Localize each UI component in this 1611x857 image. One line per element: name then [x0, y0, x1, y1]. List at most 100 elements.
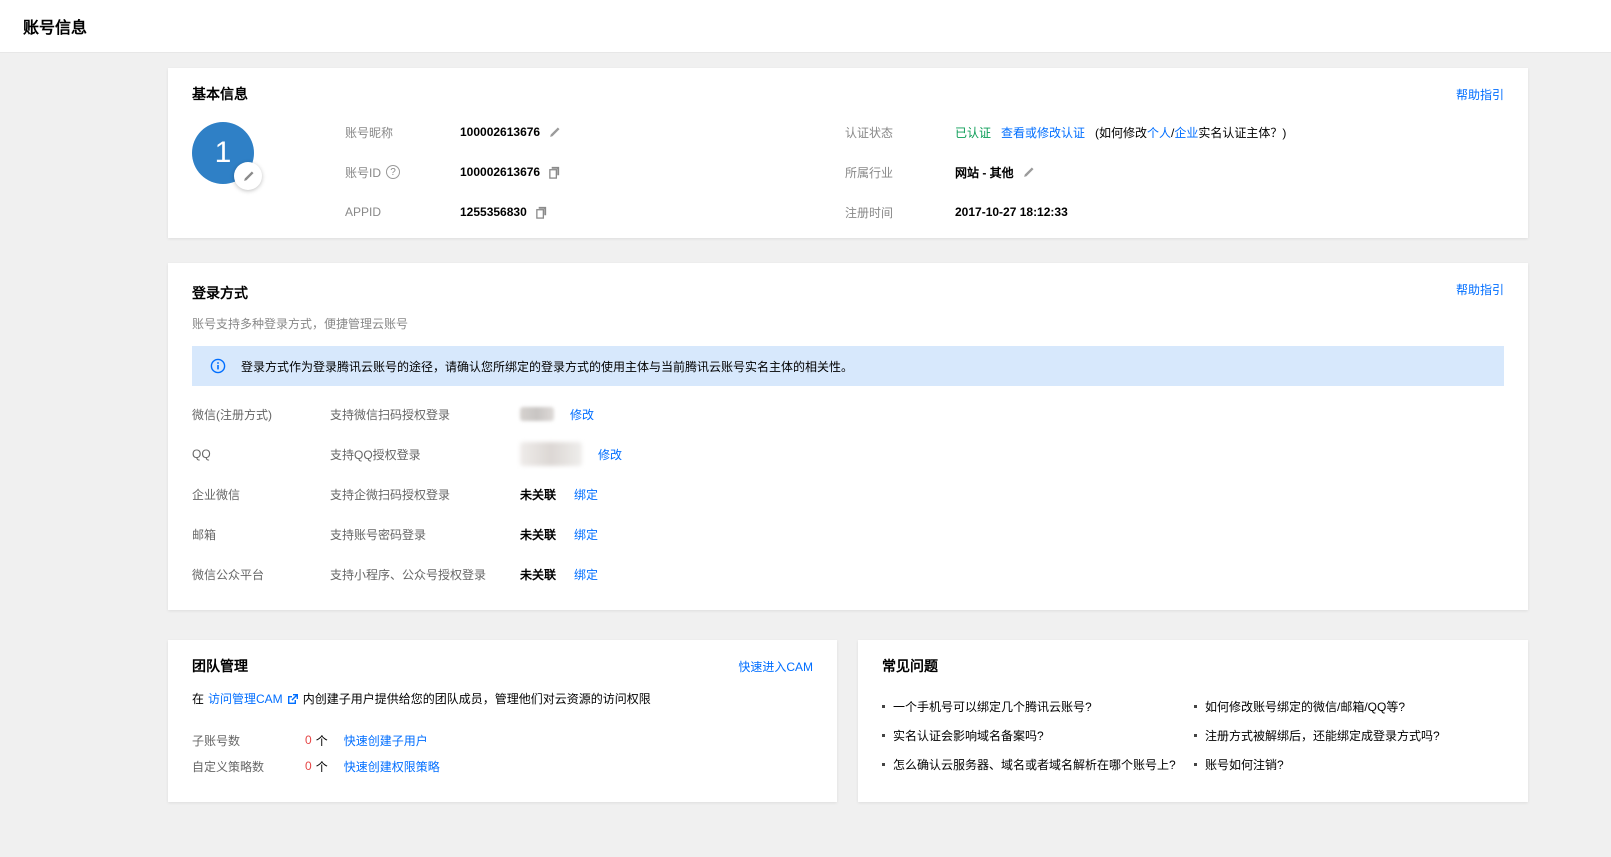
login-method-list: 微信(注册方式) 支持微信扫码授权登录 修改 QQ 支持QQ授权登录 修改 企业…: [192, 394, 1504, 594]
field-row-register-time: 注册时间 2017-10-27 18:12:33: [845, 192, 1504, 232]
bullet-icon: [1194, 763, 1197, 766]
info-banner-text: 登录方式作为登录腾讯云账号的途径，请确认您所绑定的登录方式的使用主体与当前腾讯云…: [241, 358, 853, 375]
faq-item[interactable]: 账号如何注销?: [1194, 750, 1504, 779]
bind-wechat-official-link[interactable]: 绑定: [574, 566, 598, 583]
bullet-icon: [882, 705, 885, 708]
field-row-appid: APPID 1255356830: [345, 192, 845, 232]
bind-status: 未关联: [520, 566, 556, 583]
pencil-icon: [242, 170, 255, 183]
method-desc: 支持小程序、公众号授权登录: [330, 566, 520, 583]
method-desc: 支持账号密码登录: [330, 526, 520, 543]
field-row-auth-status: 认证状态 已认证 查看或修改认证 (如何修改个人/企业实名认证主体？): [845, 112, 1504, 152]
enter-cam-link[interactable]: 快速进入CAM: [738, 658, 813, 675]
account-id-label: 账号ID: [345, 164, 381, 181]
personal-auth-link[interactable]: 个人: [1147, 126, 1171, 140]
method-desc: 支持QQ授权登录: [330, 446, 520, 463]
basic-fields-right: 认证状态 已认证 查看或修改认证 (如何修改个人/企业实名认证主体？) 所属行业…: [845, 112, 1504, 232]
basic-fields-left: 账号昵称 100002613676 账号ID ?: [345, 112, 845, 232]
create-sub-user-link[interactable]: 快速创建子用户: [344, 732, 428, 749]
avatar-edit-button[interactable]: [234, 162, 262, 190]
login-row-qq: QQ 支持QQ授权登录 修改: [192, 434, 1504, 474]
auth-note: (如何修改个人/企业实名认证主体？): [1095, 124, 1286, 141]
avatar: 1: [192, 122, 254, 184]
faq-item[interactable]: 实名认证会影响域名备案吗?: [882, 721, 1194, 750]
nickname-label: 账号昵称: [345, 124, 460, 141]
register-time-label: 注册时间: [845, 204, 955, 221]
login-row-wechat-official: 微信公众平台 支持小程序、公众号授权登录 未关联 绑定: [192, 554, 1504, 594]
bind-status: 未关联: [520, 526, 556, 543]
team-description: 在 访问管理CAM 内创建子用户提供给您的团队成员，管理他们对云资源的访问权限: [192, 690, 813, 707]
edit-industry-button[interactable]: [1022, 166, 1035, 179]
faq-item[interactable]: 怎么确认云服务器、域名或者域名解析在哪个账号上?: [882, 750, 1194, 779]
appid-value: 1255356830: [460, 205, 527, 219]
login-methods-card: 登录方式 帮助指引 账号支持多种登录方式，便捷管理云账号 登录方式作为登录腾讯云…: [168, 263, 1528, 610]
view-modify-auth-link[interactable]: 查看或修改认证: [1001, 124, 1085, 141]
bullet-icon: [882, 763, 885, 766]
bind-email-link[interactable]: 绑定: [574, 526, 598, 543]
cam-console-link[interactable]: 访问管理CAM: [208, 690, 283, 707]
field-row-industry: 所属行业 网站 - 其他: [845, 152, 1504, 192]
info-banner: 登录方式作为登录腾讯云账号的途径，请确认您所绑定的登录方式的使用主体与当前腾讯云…: [192, 346, 1504, 386]
bullet-icon: [882, 734, 885, 737]
field-row-account-id: 账号ID ? 100002613676: [345, 152, 845, 192]
faq-column-left: 一个手机号可以绑定几个腾讯云账号? 实名认证会影响域名备案吗? 怎么确认云服务器…: [882, 692, 1194, 779]
info-circle-icon: [210, 358, 226, 374]
basic-info-title: 基本信息: [192, 84, 1504, 104]
method-name: 微信(注册方式): [192, 406, 330, 423]
method-desc: 支持企微扫码授权登录: [330, 486, 520, 503]
create-policy-link[interactable]: 快速创建权限策略: [344, 758, 440, 775]
basic-help-link[interactable]: 帮助指引: [1456, 86, 1504, 103]
faq-item[interactable]: 如何修改账号绑定的微信/邮箱/QQ等?: [1194, 692, 1504, 721]
login-row-wecom: 企业微信 支持企微扫码授权登录 未关联 绑定: [192, 474, 1504, 514]
bind-status: 未关联: [520, 486, 556, 503]
auth-status-label: 认证状态: [845, 124, 955, 141]
method-desc: 支持微信扫码授权登录: [330, 406, 520, 423]
pencil-icon: [1022, 166, 1035, 179]
bullet-icon: [1194, 734, 1197, 737]
login-help-link[interactable]: 帮助指引: [1456, 281, 1504, 298]
basic-info-card: 基本信息 帮助指引 1 账号昵称 100002613676: [168, 68, 1528, 238]
login-methods-title: 登录方式: [192, 283, 1504, 303]
edit-nickname-button[interactable]: [548, 126, 561, 139]
copy-appid-button[interactable]: [535, 206, 548, 219]
sub-account-row: 子账号数 0 个 快速创建子用户: [192, 727, 813, 753]
method-name: 微信公众平台: [192, 566, 330, 583]
login-row-email: 邮箱 支持账号密码登录 未关联 绑定: [192, 514, 1504, 554]
question-circle-icon[interactable]: ?: [386, 165, 400, 179]
faq-column-right: 如何修改账号绑定的微信/邮箱/QQ等? 注册方式被解绑后，还能绑定成登录方式吗?…: [1194, 692, 1504, 779]
sub-account-count: 0: [305, 733, 312, 747]
faq-card: 常见问题 一个手机号可以绑定几个腾讯云账号? 实名认证会影响域名备案吗? 怎么确…: [858, 640, 1528, 802]
industry-label: 所属行业: [845, 164, 955, 181]
bullet-icon: [1194, 705, 1197, 708]
page-title: 账号信息: [23, 14, 87, 38]
auth-status-value: 已认证: [955, 124, 991, 141]
copy-icon: [548, 166, 561, 179]
faq-item[interactable]: 注册方式被解绑后，还能绑定成登录方式吗?: [1194, 721, 1504, 750]
page-header: 账号信息: [0, 0, 1611, 53]
industry-value: 网站 - 其他: [955, 164, 1014, 181]
method-name: 企业微信: [192, 486, 330, 503]
pencil-icon: [548, 126, 561, 139]
masked-account-value: [520, 442, 582, 466]
main-content: 基本信息 帮助指引 1 账号昵称 100002613676: [168, 68, 1528, 802]
nickname-value: 100002613676: [460, 125, 540, 139]
login-methods-subtitle: 账号支持多种登录方式，便捷管理云账号: [192, 315, 1504, 332]
modify-qq-link[interactable]: 修改: [598, 446, 622, 463]
custom-policy-count: 0: [305, 759, 312, 773]
enterprise-auth-link[interactable]: 企业: [1174, 126, 1198, 140]
appid-label: APPID: [345, 205, 460, 219]
external-link-icon: [287, 693, 299, 705]
account-id-value: 100002613676: [460, 165, 540, 179]
register-time-value: 2017-10-27 18:12:33: [955, 205, 1068, 219]
faq-item[interactable]: 一个手机号可以绑定几个腾讯云账号?: [882, 692, 1194, 721]
sub-account-label: 子账号数: [192, 732, 305, 749]
team-management-title: 团队管理: [192, 656, 813, 676]
method-name: QQ: [192, 447, 330, 461]
copy-icon: [535, 206, 548, 219]
modify-wechat-link[interactable]: 修改: [570, 406, 594, 423]
avatar-zone: 1: [192, 112, 345, 232]
bind-wecom-link[interactable]: 绑定: [574, 486, 598, 503]
copy-account-id-button[interactable]: [548, 166, 561, 179]
custom-policy-row: 自定义策略数 0 个 快速创建权限策略: [192, 753, 813, 779]
faq-title: 常见问题: [882, 656, 1504, 676]
